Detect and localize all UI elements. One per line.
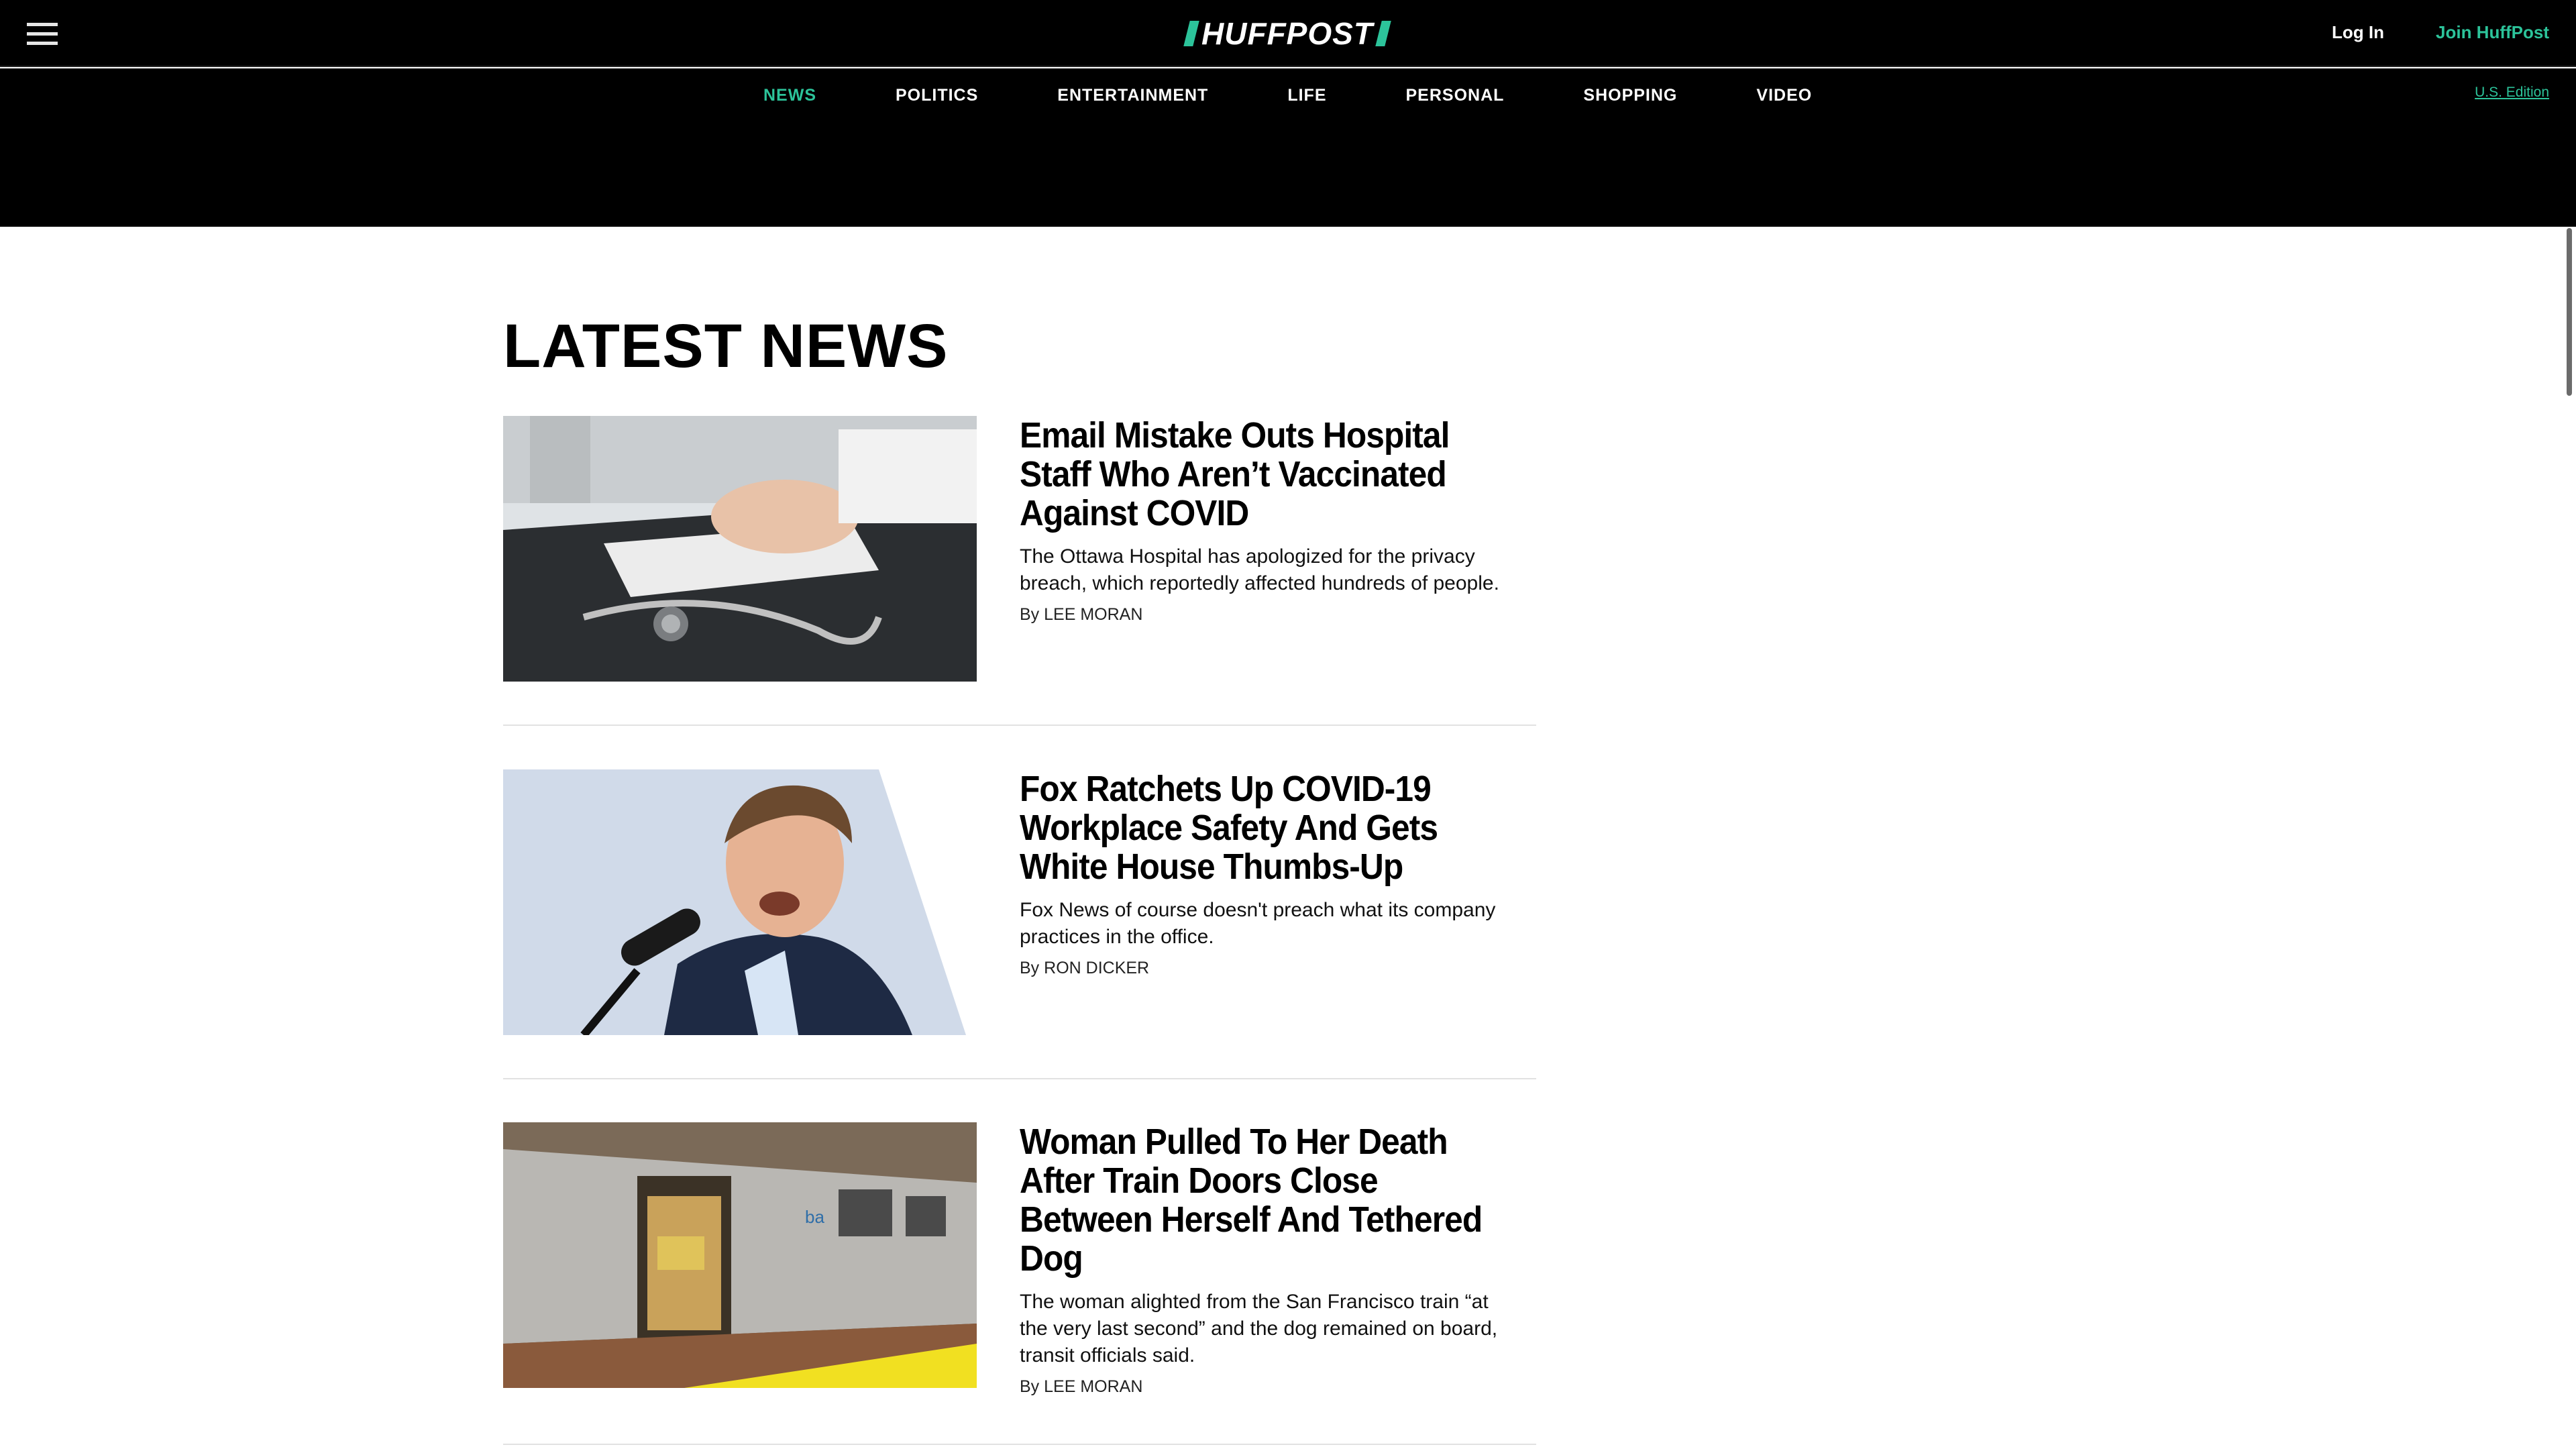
- article-summary: The Ottawa Hospital has apologized for t…: [1020, 545, 1499, 594]
- log-in-link[interactable]: Log In: [2332, 22, 2384, 43]
- svg-text:ba: ba: [805, 1207, 824, 1227]
- logo-text: HUFFPOST: [1201, 16, 1373, 51]
- author-link[interactable]: RON DICKER: [1044, 959, 1149, 977]
- edition-selector[interactable]: U.S. Edition: [2475, 85, 2549, 101]
- nav-item-life[interactable]: LIFE: [1287, 86, 1326, 105]
- section-title: LATEST NEWS: [503, 312, 949, 380]
- article-byline: By LEE MORAN: [1020, 605, 1503, 625]
- author-link[interactable]: LEE MORAN: [1044, 605, 1142, 624]
- article-divider: [503, 1444, 1536, 1445]
- nav-item-personal[interactable]: PERSONAL: [1406, 86, 1505, 105]
- join-huffpost-link[interactable]: Join HuffPost: [2436, 22, 2549, 43]
- article-image[interactable]: [503, 769, 977, 1035]
- nav-item-shopping[interactable]: SHOPPING: [1583, 86, 1677, 105]
- article-image[interactable]: ba: [503, 1122, 977, 1388]
- logo-bar-left: [1183, 21, 1199, 46]
- nav-item-news[interactable]: NEWS: [763, 86, 816, 105]
- article-divider: [503, 1078, 1536, 1079]
- hamburger-menu-icon[interactable]: [27, 20, 59, 47]
- article-headline[interactable]: Fox Ratchets Up COVID-19 Workplace Safet…: [1020, 769, 1495, 886]
- article-headline[interactable]: Email Mistake Outs Hospital Staff Who Ar…: [1020, 416, 1495, 533]
- byline-prefix: By: [1020, 605, 1040, 624]
- huffpost-logo[interactable]: HUFFPOST: [1173, 15, 1402, 52]
- section-nav-bar: NEWS POLITICS ENTERTAINMENT LIFE PERSONA…: [0, 68, 2576, 227]
- author-link[interactable]: LEE MORAN: [1044, 1377, 1142, 1396]
- nav-item-politics[interactable]: POLITICS: [896, 86, 978, 105]
- article-summary: The woman alighted from the San Francisc…: [1020, 1291, 1498, 1366]
- logo-bar-right: [1375, 21, 1391, 46]
- scrollbar-thumb[interactable]: [2567, 228, 2572, 396]
- article-divider: [503, 724, 1536, 726]
- nav-item-entertainment[interactable]: ENTERTAINMENT: [1057, 86, 1208, 105]
- top-bar: HUFFPOST Log In Join HuffPost: [0, 0, 2576, 67]
- byline-prefix: By: [1020, 959, 1040, 977]
- byline-prefix: By: [1020, 1377, 1040, 1396]
- article-summary: Fox News of course doesn't preach what i…: [1020, 899, 1496, 948]
- nav-item-video[interactable]: VIDEO: [1756, 86, 1812, 105]
- article-image[interactable]: [503, 416, 977, 682]
- article-byline: By LEE MORAN: [1020, 1377, 1503, 1397]
- section-nav: NEWS POLITICS ENTERTAINMENT LIFE PERSONA…: [763, 86, 1891, 105]
- article-byline: By RON DICKER: [1020, 959, 1503, 978]
- article-headline[interactable]: Woman Pulled To Her Death After Train Do…: [1020, 1122, 1495, 1278]
